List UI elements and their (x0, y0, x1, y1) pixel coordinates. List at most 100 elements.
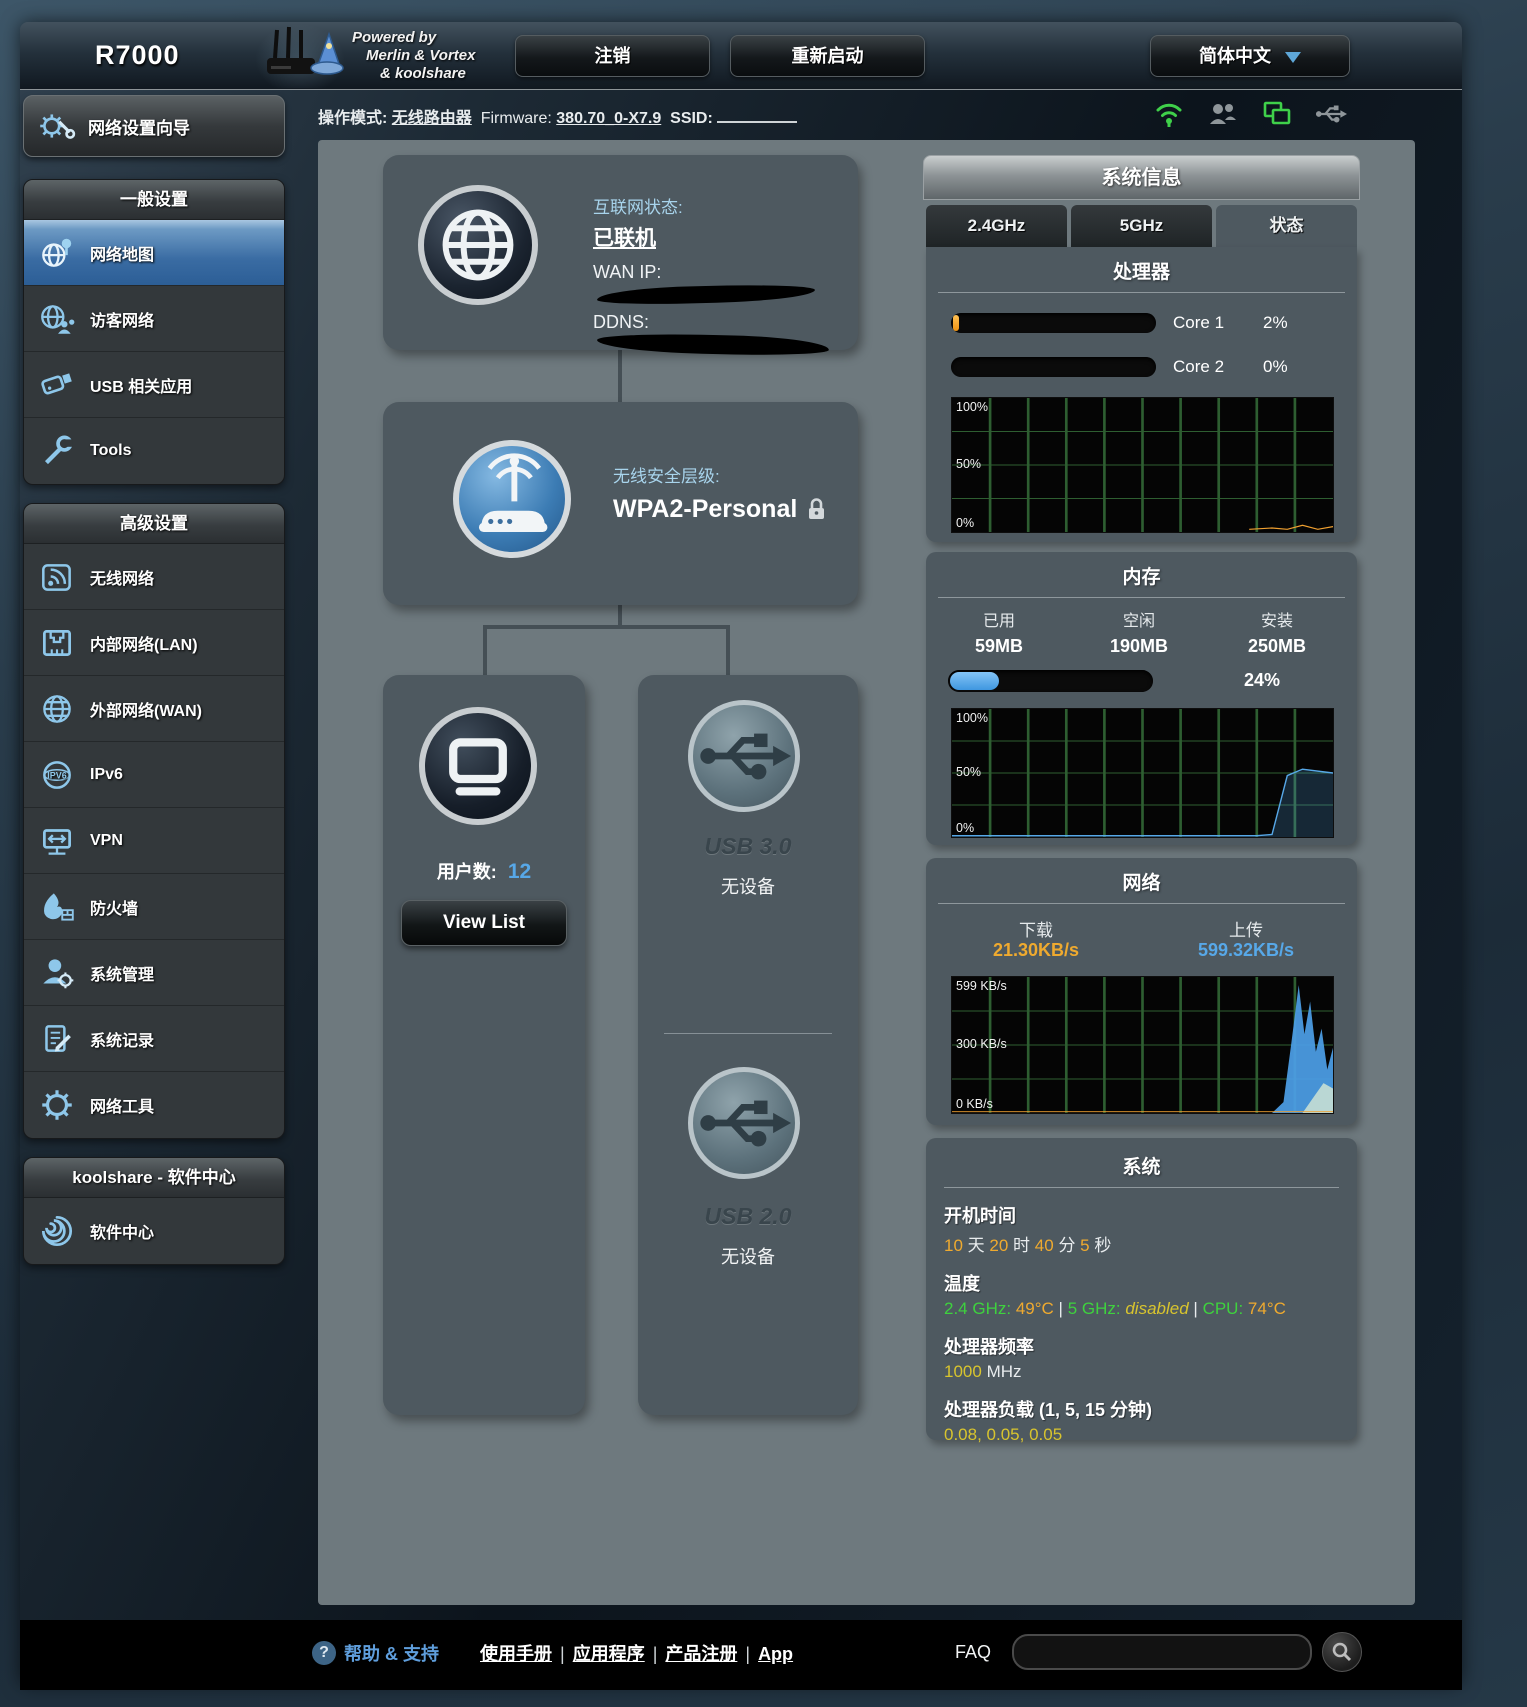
system-info-title: 系统信息 (923, 155, 1360, 200)
ipv6-icon: IPV6 (37, 755, 77, 795)
sidebar-item-lan[interactable]: 内部网络(LAN) (24, 610, 284, 676)
sidebar-item-network-tools-label: 网络工具 (90, 1099, 155, 1116)
memory-bar (948, 670, 1153, 692)
cpu-divider (938, 292, 1345, 293)
sidebar-item-administration[interactable]: 系统管理 (24, 940, 284, 1006)
network-divider (938, 903, 1345, 904)
security-value-link[interactable]: WPA2-Personal (613, 495, 797, 524)
globe-icon[interactable] (418, 185, 538, 305)
internet-status-link[interactable]: 已联机 (593, 222, 858, 252)
temp-5-label: 5 GHz: (1067, 1299, 1121, 1318)
usb3-icon[interactable] (688, 700, 800, 812)
network-title: 网络 (1122, 873, 1161, 894)
sidebar-item-ipv6[interactable]: IPV6 IPv6 (24, 742, 284, 808)
usb2-icon[interactable] (688, 1067, 800, 1179)
tab-status[interactable]: 状态 (1216, 205, 1357, 247)
sidebar-item-wireless-label: 无线网络 (90, 570, 155, 588)
brand-line2: Merlin & Vortex (366, 47, 476, 64)
reboot-button[interactable]: 重新启动 (730, 35, 925, 77)
memory-free-col: 空闲 190MB (1074, 610, 1204, 660)
header: R7000 Powered by Merlin & Vortex & kools… (20, 22, 1462, 90)
sidebar-item-guest-network[interactable]: 访客网络 (24, 286, 284, 352)
sidebar-item-system-log-label: 系统记录 (90, 1032, 155, 1050)
cpu-freq-value: 1000 MHz (944, 1362, 1339, 1382)
internet-status-card[interactable]: 互联网状态: 已联机 WAN IP: DDNS: (383, 155, 858, 357)
sidebar-item-wan[interactable]: 外部网络(WAN) (24, 676, 284, 742)
uptime-mins-unit: 分 (1058, 1236, 1076, 1255)
sidebar-item-guest-network-label: 访客网络 (90, 312, 155, 330)
sidebar-item-usb-application[interactable]: USB 相关应用 (24, 352, 284, 418)
system-divider (944, 1187, 1339, 1188)
memory-y50: 50% (956, 765, 982, 780)
sidebar-item-software-center[interactable]: 软件中心 (24, 1198, 284, 1264)
info-bar: 操作模式: 无线路由器 Firmware: 380.70_0-X7.9 SSID… (298, 90, 1458, 138)
lan-status-icon[interactable] (1261, 98, 1293, 130)
brand-text: Powered by Merlin & Vortex & koolshare (352, 29, 475, 83)
manual-link[interactable]: 使用手册 (480, 1644, 552, 1664)
network-section: 网络 下载 21.30KB/s 上传 599.32KB/s 599 KB/s 3… (926, 858, 1357, 1125)
sidebar-item-system-log[interactable]: 系统记录 (24, 1006, 284, 1072)
sidebar-item-network-map[interactable]: 网络地图 (24, 220, 284, 286)
security-label: 无线安全层级: (613, 467, 720, 486)
footer-sep-3: | (745, 1644, 751, 1664)
faq-search-input[interactable] (1012, 1634, 1312, 1670)
network-y50: 300 KB/s (956, 1036, 1007, 1051)
language-select[interactable]: 简体中文 (1150, 35, 1350, 77)
utility-link[interactable]: 应用程序 (573, 1644, 645, 1664)
sidebar-item-wizard-label: 网络设置向导 (88, 118, 190, 138)
network-y0: 0 KB/s (956, 1097, 993, 1111)
sidebar-item-ipv6-label: IPv6 (90, 765, 123, 783)
sidebar-item-vpn-label: VPN (90, 831, 123, 849)
tab-5ghz[interactable]: 5GHz (1071, 205, 1212, 247)
help-support-link[interactable]: ? 帮助 & 支持 (312, 1640, 439, 1666)
clients-status-icon[interactable] (1207, 98, 1239, 130)
memory-title: 内存 (1122, 567, 1161, 588)
wifi-status-icon[interactable] (1153, 98, 1185, 130)
koolshare-section: koolshare - 软件中心 软件中心 (23, 1157, 285, 1265)
registration-link[interactable]: 产品注册 (665, 1644, 737, 1664)
cpu-y100: 100% (956, 400, 988, 414)
firmware-link[interactable]: 380.70_0-X7.9 (556, 110, 661, 127)
sidebar-item-tools[interactable]: Tools (24, 418, 284, 484)
router-icon[interactable] (453, 440, 571, 558)
sidebar-item-network-tools[interactable]: 网络工具 (24, 1072, 284, 1138)
view-list-button[interactable]: View List (401, 900, 567, 946)
cpu-freq-unit: MHz (986, 1362, 1022, 1381)
usb-card[interactable]: USB 3.0 无设备 USB 2.0 无设备 (638, 675, 858, 1415)
clients-card[interactable]: 用户数: 12 View List (383, 675, 585, 1415)
clients-icon[interactable] (419, 707, 537, 825)
temp-5-value: disabled (1125, 1299, 1189, 1318)
usb-status-icon[interactable] (1315, 98, 1347, 130)
tab-2-4ghz[interactable]: 2.4GHz (926, 205, 1067, 247)
faq-label: FAQ (955, 1642, 992, 1662)
footer: ? 帮助 & 支持 使用手册 | 应用程序 | 产品注册 | App FAQ (20, 1620, 1462, 1690)
op-mode-link[interactable]: 无线路由器 (392, 110, 472, 127)
language-label: 简体中文 (1199, 46, 1271, 66)
core2-label: Core 2 (1173, 357, 1225, 376)
internet-info: 互联网状态: 已联机 WAN IP: DDNS: (593, 193, 858, 357)
download-label: 下载 (1019, 921, 1053, 940)
memory-percent: 24% (1244, 670, 1281, 690)
software-center-icon (37, 1211, 77, 1251)
chevron-down-icon (1285, 51, 1301, 63)
ssid-value-blank[interactable] (717, 109, 798, 123)
sidebar-item-wizard[interactable]: 网络设置向导 (23, 95, 285, 157)
sidebar-item-vpn[interactable]: VPN (24, 808, 284, 874)
security-info: 无线安全层级: WPA2-Personal (613, 462, 826, 524)
search-icon (1332, 1642, 1352, 1662)
logout-button[interactable]: 注销 (515, 35, 710, 77)
wizard-gear-wrench-icon (36, 106, 76, 146)
system-info-panel: 系统信息 2.4GHz 5GHz 状态 处理器 Core 1 2% Core 2… (923, 155, 1360, 1444)
router-logo-icon (267, 26, 344, 75)
wireless-security-card[interactable]: 无线安全层级: WPA2-Personal (383, 402, 858, 605)
cpu-chart: 100% 50% 0% (951, 397, 1334, 533)
faq-search-button[interactable] (1322, 1632, 1362, 1672)
footer-sep-1: | (560, 1644, 565, 1664)
sidebar-item-firewall[interactable]: 防火墙 (24, 874, 284, 940)
cpu-load-value: 0.08, 0.05, 0.05 (944, 1425, 1063, 1444)
memory-total-value: 250MB (1247, 636, 1307, 656)
advanced-section-header: 高级设置 (24, 504, 284, 544)
sidebar-item-wireless[interactable]: 无线网络 (24, 544, 284, 610)
sidebar: 网络设置向导 一般设置 网络地图 访客网络 USB 相关应用 Tools 高级设… (23, 95, 285, 1265)
app-link[interactable]: App (758, 1644, 793, 1664)
